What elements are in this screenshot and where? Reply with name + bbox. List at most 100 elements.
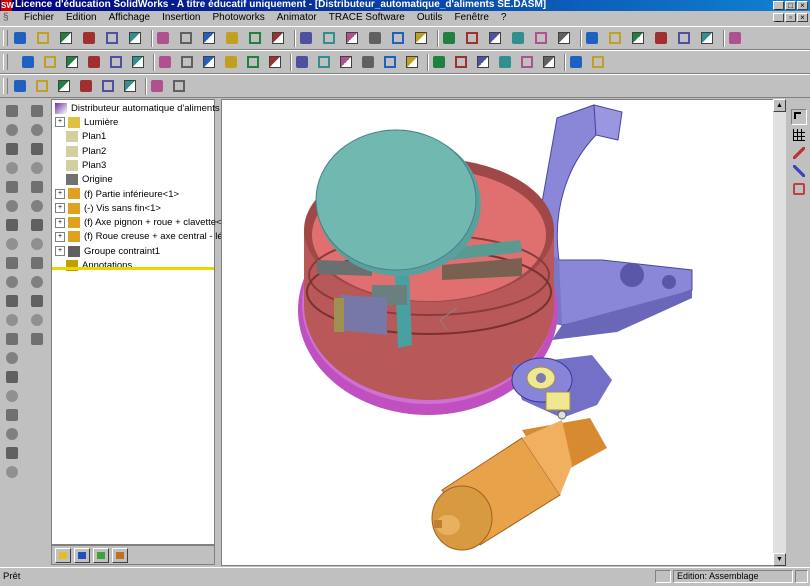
left-b-tool-10-icon[interactable] <box>29 274 45 290</box>
doc-close-button[interactable]: × <box>797 13 808 22</box>
spline-icon[interactable] <box>157 54 173 70</box>
left-a-tool-5-icon[interactable] <box>4 179 20 195</box>
menu-item[interactable]: Outils <box>411 11 449 25</box>
open-icon[interactable] <box>35 30 51 46</box>
toolbar-grip[interactable] <box>3 78 8 94</box>
maximize-button[interactable]: □ <box>785 1 796 10</box>
view-orientation-icon[interactable] <box>556 30 572 46</box>
tree-root[interactable]: Distributeur automatique d'aliments <box>55 102 220 116</box>
select-icon[interactable] <box>321 30 337 46</box>
insert-component-icon[interactable] <box>382 54 398 70</box>
tree-item[interactable]: + (f) Roue creuse + axe central - lé <box>55 230 223 244</box>
left-b-tool-6-icon[interactable] <box>29 198 45 214</box>
tree-item[interactable]: + Groupe contraint1 <box>55 245 160 259</box>
line-icon[interactable] <box>64 54 80 70</box>
scroll-up-button[interactable]: ▲ <box>773 99 786 112</box>
graphics-area[interactable] <box>221 99 785 566</box>
tree-item[interactable]: + (f) Partie inférieure<1> <box>55 188 179 202</box>
zoom-area-icon[interactable] <box>367 30 383 46</box>
smart-dimension-icon[interactable] <box>42 54 58 70</box>
left-a-tool-19-icon[interactable] <box>4 445 20 461</box>
isometric-icon[interactable] <box>699 30 715 46</box>
wireframe-icon[interactable] <box>487 30 503 46</box>
tab-property-manager[interactable] <box>74 548 90 563</box>
filter-icon[interactable] <box>360 54 376 70</box>
measure-icon[interactable] <box>568 54 584 70</box>
weld-icon[interactable] <box>171 78 187 94</box>
zoom-fit-icon[interactable] <box>344 30 360 46</box>
arc-icon[interactable] <box>130 54 146 70</box>
back-view-icon[interactable] <box>607 30 623 46</box>
rectangle-icon[interactable] <box>86 54 102 70</box>
expand-icon[interactable]: + <box>55 203 65 214</box>
undo-icon[interactable] <box>201 30 217 46</box>
tab-configuration-manager[interactable] <box>93 548 109 563</box>
select-arrow-icon[interactable] <box>791 109 807 125</box>
pan-icon[interactable] <box>464 30 480 46</box>
app-icon[interactable]: SW <box>1 0 14 11</box>
interference-icon[interactable] <box>519 54 535 70</box>
menu-item[interactable]: TRACE Software <box>323 11 411 25</box>
extend-icon[interactable] <box>316 54 332 70</box>
expand-icon[interactable]: + <box>55 217 65 228</box>
left-a-tool-13-icon[interactable] <box>4 331 20 347</box>
hidden-lines-icon[interactable] <box>510 30 526 46</box>
doc-minimize-button[interactable]: _ <box>773 13 784 22</box>
expand-icon[interactable]: + <box>55 231 65 242</box>
centerline-icon[interactable] <box>201 54 217 70</box>
sketch-icon[interactable] <box>20 54 36 70</box>
menu-item[interactable]: Fenêtre <box>448 11 494 25</box>
left-a-tool-1-icon[interactable] <box>4 103 20 119</box>
hide-show-icon[interactable] <box>453 54 469 70</box>
fillet-icon[interactable] <box>245 54 261 70</box>
left-b-tool-8-icon[interactable] <box>29 236 45 252</box>
close-button[interactable]: × <box>797 1 808 10</box>
rotate-icon[interactable] <box>441 30 457 46</box>
resize-grip[interactable] <box>795 570 808 583</box>
left-a-tool-11-icon[interactable] <box>4 293 20 309</box>
doc-restore-button[interactable]: ▫ <box>785 13 796 22</box>
left-view-icon[interactable] <box>630 30 646 46</box>
tree-item[interactable]: Annotations <box>66 259 132 273</box>
trim-icon[interactable] <box>294 54 310 70</box>
tree-item[interactable]: Plan1 <box>66 130 106 144</box>
left-b-tool-2-icon[interactable] <box>29 122 45 138</box>
tree-item[interactable]: + (f) Axe pignon + roue + clavette<1> <box>55 216 232 230</box>
menu-item[interactable]: Edition <box>60 11 103 25</box>
left-a-tool-8-icon[interactable] <box>4 236 20 252</box>
new-icon[interactable] <box>12 30 28 46</box>
grid-icon[interactable] <box>791 127 807 143</box>
rebuild-icon[interactable] <box>247 30 263 46</box>
left-a-tool-18-icon[interactable] <box>4 426 20 442</box>
vertical-scrollbar[interactable]: ▲ ▼ <box>773 99 786 566</box>
right-view-icon[interactable] <box>653 30 669 46</box>
tree-item[interactable]: Origine <box>66 173 113 187</box>
mate-icon[interactable] <box>404 54 420 70</box>
rotate-component-icon[interactable] <box>497 54 513 70</box>
expand-icon[interactable]: + <box>55 246 65 257</box>
move-icon[interactable] <box>338 54 354 70</box>
cut-icon[interactable] <box>127 30 143 46</box>
zoom-out-icon[interactable] <box>413 30 429 46</box>
circle-icon[interactable] <box>108 54 124 70</box>
left-b-tool-4-icon[interactable] <box>29 160 45 176</box>
menu-item[interactable]: Affichage <box>103 11 157 25</box>
toolbar-grip[interactable] <box>3 30 8 46</box>
left-a-tool-2-icon[interactable] <box>4 122 20 138</box>
offset-icon[interactable] <box>267 54 283 70</box>
save-icon[interactable] <box>58 30 74 46</box>
tree-item[interactable]: Plan3 <box>66 159 106 173</box>
left-a-tool-3-icon[interactable] <box>4 141 20 157</box>
left-a-tool-6-icon[interactable] <box>4 198 20 214</box>
left-b-tool-5-icon[interactable] <box>29 179 45 195</box>
left-a-tool-20-icon[interactable] <box>4 464 20 480</box>
top-view-icon[interactable] <box>676 30 692 46</box>
paste-icon[interactable] <box>178 30 194 46</box>
left-a-tool-9-icon[interactable] <box>4 255 20 271</box>
mass-properties-icon[interactable] <box>590 54 606 70</box>
expand-icon[interactable]: + <box>55 117 65 128</box>
tree-item[interactable]: + (-) Vis sans fin<1> <box>55 202 161 216</box>
tree-item[interactable]: Plan2 <box>66 145 106 159</box>
scroll-down-button[interactable]: ▼ <box>773 553 786 566</box>
erase-icon[interactable] <box>791 181 807 197</box>
